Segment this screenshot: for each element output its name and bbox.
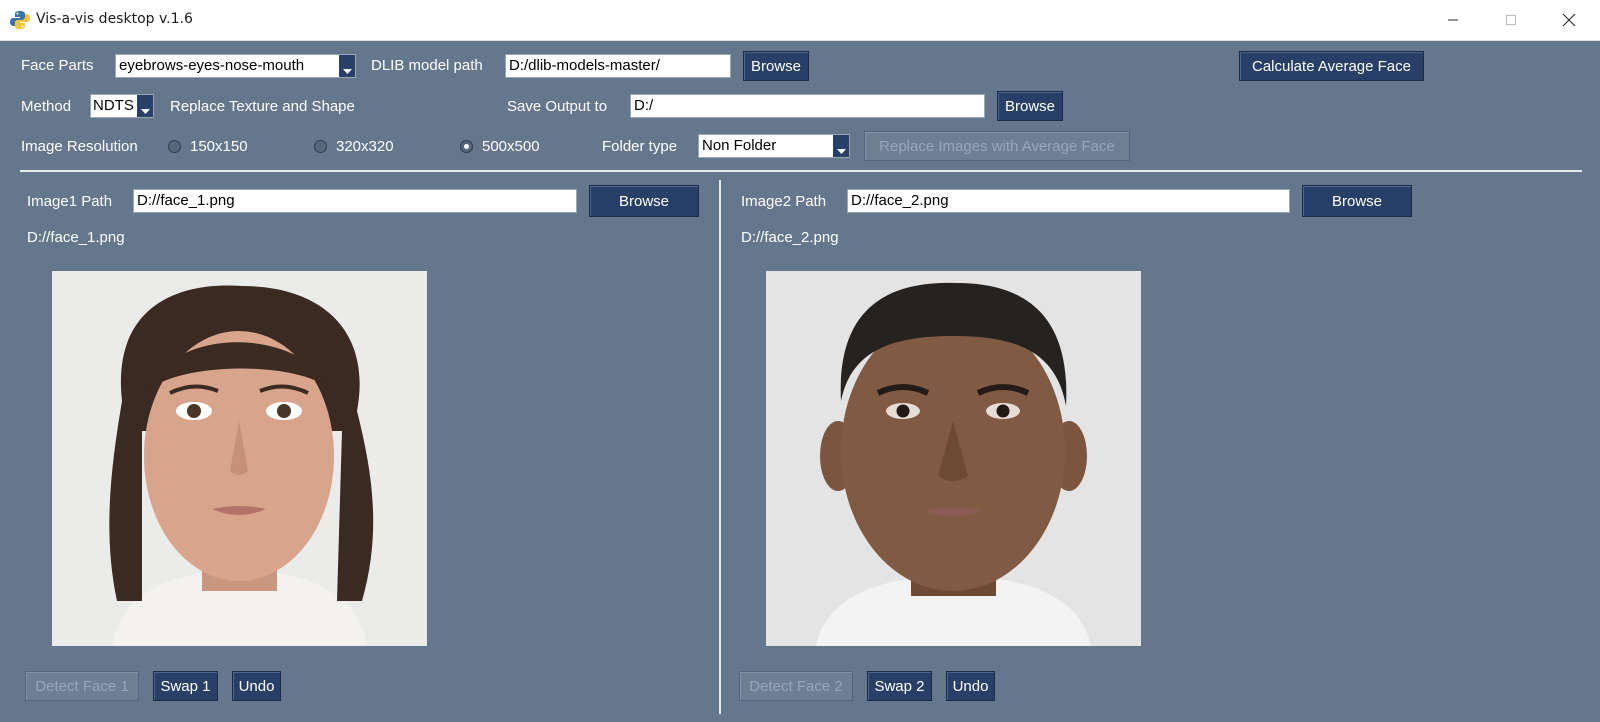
radio-500[interactable] [460, 140, 473, 153]
dlib-path-input[interactable]: D:/dlib-models-master/ [505, 54, 731, 78]
swap-2-button[interactable]: Swap 2 [867, 671, 932, 701]
method-description: Replace Texture and Shape [170, 98, 355, 115]
dlib-browse-button[interactable]: Browse [743, 51, 809, 81]
image2-path-label: Image2 Path [741, 193, 827, 210]
resolution-label: Image Resolution [21, 138, 138, 155]
python-icon [10, 11, 30, 29]
replace-images-button[interactable]: Replace Images with Average Face [864, 131, 1130, 161]
save-output-label: Save Output to [507, 98, 608, 115]
minimize-button[interactable] [1424, 0, 1482, 40]
save-browse-button[interactable]: Browse [997, 91, 1063, 121]
image2-path-input[interactable]: D://face_2.png [847, 189, 1290, 213]
image2-browse-button[interactable]: Browse [1302, 185, 1412, 217]
undo-1-button[interactable]: Undo [232, 671, 281, 701]
face-parts-value: eyebrows-eyes-nose-mouth [119, 57, 305, 74]
close-icon [1562, 13, 1576, 27]
undo-2-button[interactable]: Undo [946, 671, 995, 701]
radio-320[interactable] [314, 140, 327, 153]
chevron-down-icon[interactable] [833, 135, 849, 157]
image1-path-label: Image1 Path [27, 193, 113, 210]
maximize-button[interactable] [1482, 0, 1540, 40]
maximize-icon [1506, 15, 1516, 25]
minimize-icon [1448, 19, 1458, 21]
detect-face-1-button[interactable]: Detect Face 1 [25, 671, 139, 701]
horizontal-divider [20, 170, 1582, 172]
face-parts-select[interactable]: eyebrows-eyes-nose-mouth [115, 54, 356, 78]
folder-type-value: Non Folder [702, 137, 777, 154]
radio-150[interactable] [168, 140, 181, 153]
detect-face-2-button[interactable]: Detect Face 2 [739, 671, 853, 701]
image1-path-input[interactable]: D://face_1.png [133, 189, 577, 213]
face-1-image [52, 271, 427, 646]
save-output-input[interactable]: D:/ [630, 94, 985, 118]
radio-320-label: 320x320 [336, 138, 394, 155]
face-2-image [766, 271, 1141, 646]
image2-path-display: D://face_2.png [741, 229, 839, 246]
swap-1-button[interactable]: Swap 1 [153, 671, 218, 701]
calculate-average-face-button[interactable]: Calculate Average Face [1239, 51, 1424, 81]
radio-500-label: 500x500 [482, 138, 540, 155]
radio-150-label: 150x150 [190, 138, 248, 155]
method-value: NDTS [93, 97, 134, 114]
vertical-divider [719, 180, 721, 714]
chevron-down-icon[interactable] [339, 55, 355, 77]
chevron-down-icon[interactable] [137, 95, 153, 117]
face-parts-label: Face Parts [21, 57, 94, 74]
folder-type-select[interactable]: Non Folder [698, 134, 850, 158]
image1-path-display: D://face_1.png [27, 229, 125, 246]
title-bar: Vis-a-vis desktop v.1.6 [0, 0, 1600, 41]
window-title: Vis-a-vis desktop v.1.6 [36, 11, 193, 27]
close-button[interactable] [1540, 0, 1598, 40]
dlib-label: DLIB model path [371, 57, 483, 74]
method-label: Method [21, 98, 72, 115]
folder-type-label: Folder type [602, 138, 678, 155]
image1-browse-button[interactable]: Browse [589, 185, 699, 217]
method-select[interactable]: NDTS [90, 94, 154, 118]
